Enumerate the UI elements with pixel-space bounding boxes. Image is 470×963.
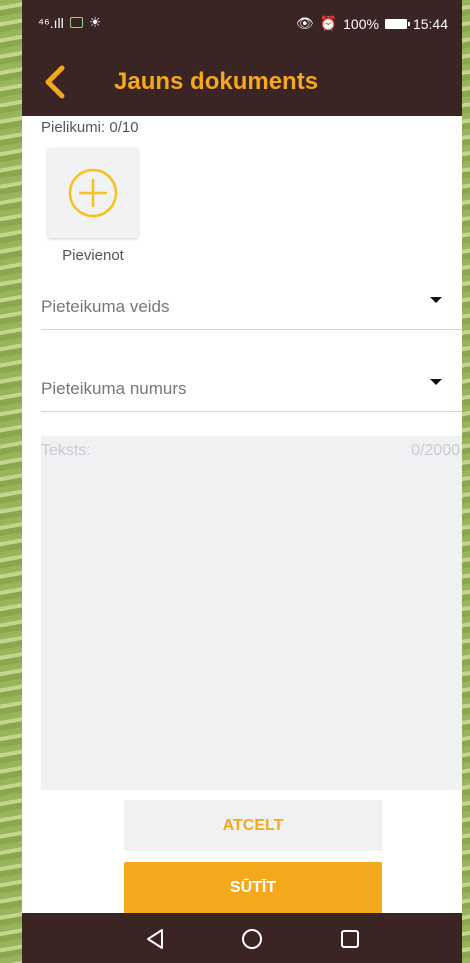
- text-input[interactable]: Teksts: 0/2000: [41, 436, 462, 790]
- app-screen: ⁴⁶.ıll ☀ 👁 ⏰ 100% 15:44 Jauns dokuments …: [22, 0, 462, 963]
- send-button[interactable]: SŪTĪT: [124, 862, 382, 914]
- dropdown-arrow-icon: [430, 379, 442, 385]
- chevron-left-icon: [45, 65, 65, 99]
- request-number-placeholder: Pieteikuma numurs: [41, 379, 187, 398]
- request-type-placeholder: Pieteikuma veids: [41, 297, 170, 316]
- cancel-button[interactable]: ATCELT: [124, 800, 382, 851]
- background-grass-right: [462, 0, 470, 963]
- home-circle-icon[interactable]: [240, 927, 264, 951]
- system-nav-bar: [22, 913, 462, 963]
- battery-percent: 100%: [343, 15, 379, 32]
- plus-circle-icon: [68, 168, 118, 218]
- notification-icon: [69, 17, 83, 28]
- app-bar: Jauns dokuments: [22, 50, 462, 116]
- back-triangle-icon[interactable]: [143, 927, 167, 951]
- add-attachment-button[interactable]: [48, 148, 138, 238]
- status-left: ⁴⁶.ıll ☀: [38, 14, 101, 31]
- request-type-select[interactable]: Pieteikuma veids: [41, 289, 462, 330]
- eye-icon: 👁: [295, 15, 314, 31]
- status-right: 👁 ⏰ 100% 15:44: [296, 15, 448, 32]
- brightness-icon: ☀: [88, 14, 102, 30]
- character-counter: 0/2000: [411, 442, 460, 459]
- request-number-select[interactable]: Pieteikuma numurs: [41, 371, 462, 412]
- signal-icon: ⁴⁶.ıll: [38, 14, 64, 31]
- clock: 15:44: [412, 15, 448, 32]
- attachments-count-label: Pielikumi: 0/10: [41, 119, 139, 136]
- dropdown-arrow-icon: [430, 297, 442, 303]
- status-bar: ⁴⁶.ıll ☀ 👁 ⏰ 100% 15:44: [22, 0, 462, 50]
- page-title: Jauns dokuments: [114, 68, 319, 95]
- back-button[interactable]: [36, 62, 76, 102]
- battery-icon: [384, 18, 410, 29]
- text-placeholder: Teksts:: [41, 442, 91, 459]
- alarm-icon: ⏰: [319, 15, 338, 31]
- add-attachment-label: Pievienot: [62, 247, 124, 264]
- background-grass-left: [0, 0, 22, 963]
- recents-square-icon[interactable]: [338, 927, 362, 951]
